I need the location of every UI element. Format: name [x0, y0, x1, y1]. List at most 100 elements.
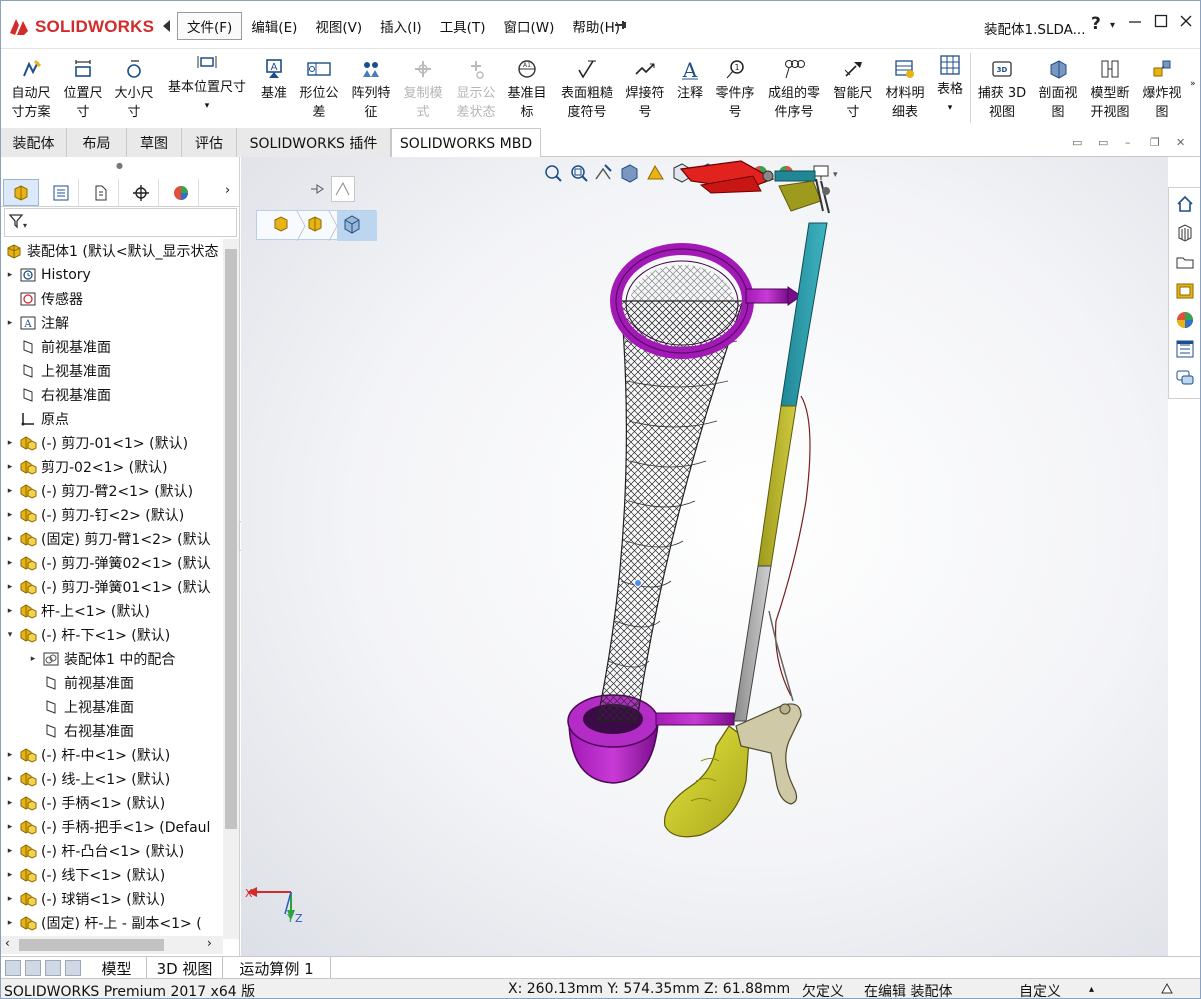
tree-item[interactable]: ▸ (-) 线下<1> (默认)	[1, 863, 223, 887]
doc-tile-icon[interactable]: ▭	[1072, 136, 1082, 149]
tree-item[interactable]: ▸ (固定) 剪刀-臂1<2> (默认	[1, 527, 223, 551]
previous-tab-icon[interactable]	[25, 960, 41, 976]
menu-insert[interactable]: 插入(I)	[371, 13, 431, 39]
solidworks-resources-icon[interactable]	[1173, 192, 1197, 216]
tree-item[interactable]: 原点	[1, 407, 223, 431]
datum-button[interactable]: A 基准	[255, 49, 293, 125]
expand-arrow-icon[interactable]: ▸	[5, 558, 15, 568]
tree-item[interactable]: ▸ (-) 剪刀-钉<2> (默认)	[1, 503, 223, 527]
doc-cascade-icon[interactable]: ▭	[1098, 136, 1108, 149]
expand-arrow-icon[interactable]: ▸	[5, 318, 15, 328]
tab-3d-views[interactable]: 3D 视图	[147, 957, 223, 979]
scroll-left-icon[interactable]: ‹	[5, 936, 10, 950]
geometric-tolerance-button[interactable]: 形位公差	[295, 49, 343, 125]
collapse-arrow-icon[interactable]: ▾	[5, 630, 15, 640]
menu-tools[interactable]: 工具(T)	[431, 13, 495, 39]
pattern-feature-button[interactable]: 阵列特征	[347, 49, 395, 125]
tree-item[interactable]: ▸ 剪刀-02<1> (默认)	[1, 455, 223, 479]
stacked-balloon-button[interactable]: 成组的零 件序号	[761, 49, 827, 125]
panel-tabs-next-icon[interactable]: ›	[225, 183, 230, 198]
tab-model[interactable]: 模型	[87, 957, 147, 979]
next-tab-icon[interactable]	[45, 960, 61, 976]
display-manager-tab-icon[interactable]	[163, 179, 199, 206]
maximize-window-icon[interactable]	[1154, 14, 1168, 32]
tree-item[interactable]: ▸ (-) 剪刀-弹簧02<1> (默认	[1, 551, 223, 575]
bom-button[interactable]: 材料明 细表	[879, 49, 931, 125]
pin-menu-icon[interactable]	[614, 19, 628, 34]
expand-arrow-icon[interactable]: ▸	[5, 822, 15, 832]
capture-3d-view-button[interactable]: 3D 捕获 3D 视图	[973, 49, 1031, 125]
expand-arrow-icon[interactable]: ▸	[5, 486, 15, 496]
assembly-model[interactable]	[241, 157, 1168, 957]
help-dropdown-icon[interactable]: ▾	[1110, 20, 1115, 31]
custom-properties-icon[interactable]	[1173, 337, 1197, 361]
tree-item[interactable]: ▸ (-) 杆-中<1> (默认)	[1, 743, 223, 767]
note-button[interactable]: A 注释	[671, 49, 709, 125]
solidworks-logo[interactable]: SOLIDWORKS	[7, 10, 157, 44]
tree-item[interactable]: ▸ (-) 剪刀-01<1> (默认)	[1, 431, 223, 455]
tree-item[interactable]: ▸ (固定) 杆-上 - 副本<1> (	[1, 911, 223, 935]
tree-item[interactable]: ▸ 杆-上<1> (默认)	[1, 599, 223, 623]
tree-item[interactable]: 前视基准面	[1, 335, 223, 359]
tab-sketch[interactable]: 草图	[127, 128, 182, 157]
tree-item[interactable]: ▸ 装配体1 中的配合	[1, 647, 223, 671]
tree-item[interactable]: ▸ (-) 球销<1> (默认)	[1, 887, 223, 911]
tree-item[interactable]: 右视基准面	[1, 383, 223, 407]
model-break-view-button[interactable]: 模型断 开视图	[1085, 49, 1135, 125]
menu-edit[interactable]: 编辑(E)	[242, 13, 306, 39]
forum-icon[interactable]	[1173, 366, 1197, 390]
appearances-icon[interactable]	[1173, 308, 1197, 332]
tree-item[interactable]: ▸ History	[1, 263, 223, 287]
command-overflow-icon[interactable]: »	[1190, 79, 1196, 89]
close-window-icon[interactable]	[1179, 14, 1193, 32]
graphics-viewport[interactable]: ▾ ▾	[241, 157, 1168, 957]
tab-layout[interactable]: 布局	[67, 128, 127, 157]
tree-item[interactable]: 前视基准面	[1, 671, 223, 695]
auto-dimension-scheme-button[interactable]: 自动尺 寸方案	[5, 49, 57, 125]
tree-item[interactable]: ▸ A 注解	[1, 311, 223, 335]
expand-arrow-icon[interactable]: ▸	[5, 510, 15, 520]
tree-item[interactable]: 上视基准面	[1, 359, 223, 383]
datum-target-button[interactable]: A1 基准目标	[503, 49, 551, 125]
scroll-right-icon[interactable]: ›	[207, 936, 212, 950]
expand-arrow-icon[interactable]: ▸	[5, 438, 15, 448]
table-dropdown-icon[interactable]: ▾	[948, 99, 953, 118]
tree-vertical-scroll-thumb[interactable]	[225, 249, 237, 829]
tree-item[interactable]: ▸ (-) 剪刀-臂2<1> (默认)	[1, 479, 223, 503]
exploded-view-button[interactable]: 爆炸视图	[1137, 49, 1187, 125]
tab-addins[interactable]: SOLIDWORKS 插件	[237, 128, 391, 157]
location-dimension-button[interactable]: 位置尺寸	[59, 49, 107, 125]
panel-grip-icon[interactable]: ●	[116, 161, 123, 170]
expand-arrow-icon[interactable]: ▸	[5, 774, 15, 784]
expand-arrow-icon[interactable]: ▸	[5, 534, 15, 544]
tree-item[interactable]: ▸ (-) 手柄-把手<1> (Defaul	[1, 815, 223, 839]
first-tab-icon[interactable]	[5, 960, 21, 976]
tree-item[interactable]: 传感器	[1, 287, 223, 311]
expand-arrow-icon[interactable]: ▸	[5, 918, 15, 928]
tree-item[interactable]: ▸ (-) 手柄<1> (默认)	[1, 791, 223, 815]
tree-item[interactable]: 上视基准面	[1, 695, 223, 719]
tree-item[interactable]: ▸ (-) 线-上<1> (默认)	[1, 767, 223, 791]
doc-minimize-icon[interactable]: –	[1125, 136, 1131, 149]
tree-vertical-scrollbar[interactable]	[223, 239, 239, 939]
configurationmanager-tab-icon[interactable]	[83, 179, 119, 206]
tree-item[interactable]: 右视基准面	[1, 719, 223, 743]
tab-assembly[interactable]: 装配体	[1, 128, 67, 157]
expand-arrow-icon[interactable]: ▸	[5, 798, 15, 808]
tree-horizontal-scrollbar[interactable]: ‹ ›	[1, 936, 223, 954]
expand-arrow-icon[interactable]: ▸	[5, 846, 15, 856]
show-tolerance-status-button[interactable]: 显示公 差状态	[451, 49, 501, 125]
size-dimension-button[interactable]: 大小尺寸	[109, 49, 159, 125]
doc-restore-icon[interactable]: ❐	[1150, 136, 1160, 149]
help-icon[interactable]: ?	[1091, 14, 1101, 34]
propertymanager-tab-icon[interactable]	[43, 179, 79, 206]
tab-evaluate[interactable]: 评估	[182, 128, 237, 157]
basic-location-dropdown-icon[interactable]: ▾	[205, 97, 210, 116]
tab-mbd[interactable]: SOLIDWORKS MBD	[391, 128, 541, 158]
copy-scheme-button[interactable]: 复制模式	[399, 49, 447, 125]
expand-arrow-icon[interactable]: ▸	[5, 582, 15, 592]
units-custom[interactable]: 自定义	[1019, 981, 1061, 998]
tab-motion-study-1[interactable]: 运动算例 1	[223, 957, 331, 979]
tree-horizontal-scroll-thumb[interactable]	[19, 939, 164, 951]
tree-filter-field[interactable]: ▾	[4, 208, 237, 237]
